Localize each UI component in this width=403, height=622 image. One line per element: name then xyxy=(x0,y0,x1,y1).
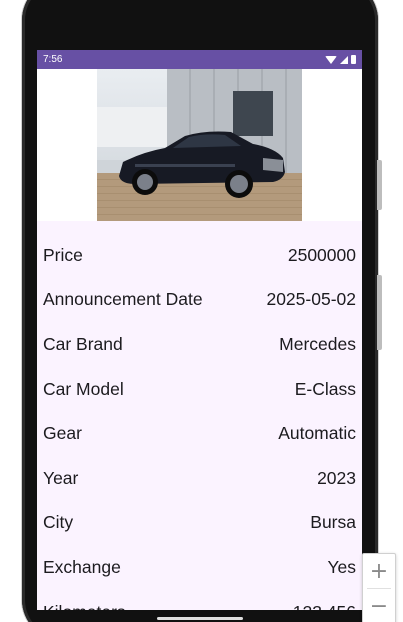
zoom-in-button[interactable]: + xyxy=(363,554,395,588)
detail-label: City xyxy=(43,512,74,533)
detail-row-car-model: Car Model E-Class xyxy=(43,367,356,412)
wifi-icon xyxy=(325,55,337,64)
detail-row-price: Price 2500000 xyxy=(43,233,356,278)
detail-value: Automatic xyxy=(278,423,356,444)
detail-label: Exchange xyxy=(43,556,121,577)
detail-label: Year xyxy=(43,467,79,488)
detail-row-exchange: Exchange Yes xyxy=(43,545,356,590)
car-illustration xyxy=(119,131,285,198)
detail-value: Bursa xyxy=(310,512,356,533)
app-screen: 7:56 Price 2500000 Announcement Date 202… xyxy=(37,50,362,610)
status-bar: 7:56 xyxy=(37,50,362,69)
detail-label: Car Model xyxy=(43,378,124,399)
detail-row-city: City Bursa xyxy=(43,501,356,546)
detail-row-year: Year 2023 xyxy=(43,456,356,501)
car-photo[interactable] xyxy=(97,69,302,221)
detail-value: Yes xyxy=(327,556,356,577)
detail-label: Price xyxy=(43,244,83,265)
detail-value: 2500000 xyxy=(287,244,356,265)
zoom-out-button[interactable]: − xyxy=(363,589,395,622)
detail-label: Car Brand xyxy=(43,333,123,354)
listing-details: Price 2500000 Announcement Date 2025-05-… xyxy=(37,233,362,610)
battery-icon xyxy=(351,55,356,64)
detail-row-kilometers: Kilometers 123.456 xyxy=(43,590,356,610)
detail-label: Gear xyxy=(43,423,82,444)
status-time: 7:56 xyxy=(43,54,63,65)
detail-value: E-Class xyxy=(294,378,356,399)
detail-value: Mercedes xyxy=(279,333,356,354)
detail-row-car-brand: Car Brand Mercedes xyxy=(43,322,356,367)
detail-value: 2025-05-02 xyxy=(266,289,356,310)
volume-button xyxy=(377,275,382,350)
zoom-control: + − xyxy=(362,553,396,622)
detail-value: 2023 xyxy=(317,467,356,488)
car-image-area xyxy=(37,69,362,221)
detail-value: 123.456 xyxy=(293,602,356,610)
signal-icon xyxy=(340,55,348,64)
detail-row-gear: Gear Automatic xyxy=(43,411,356,456)
detail-row-announcement-date: Announcement Date 2025-05-02 xyxy=(43,278,356,323)
detail-label: Kilometers xyxy=(43,602,126,610)
detail-label: Announcement Date xyxy=(43,289,203,310)
status-icons xyxy=(325,55,356,64)
power-button xyxy=(377,160,382,210)
home-gesture-bar[interactable] xyxy=(157,617,243,620)
